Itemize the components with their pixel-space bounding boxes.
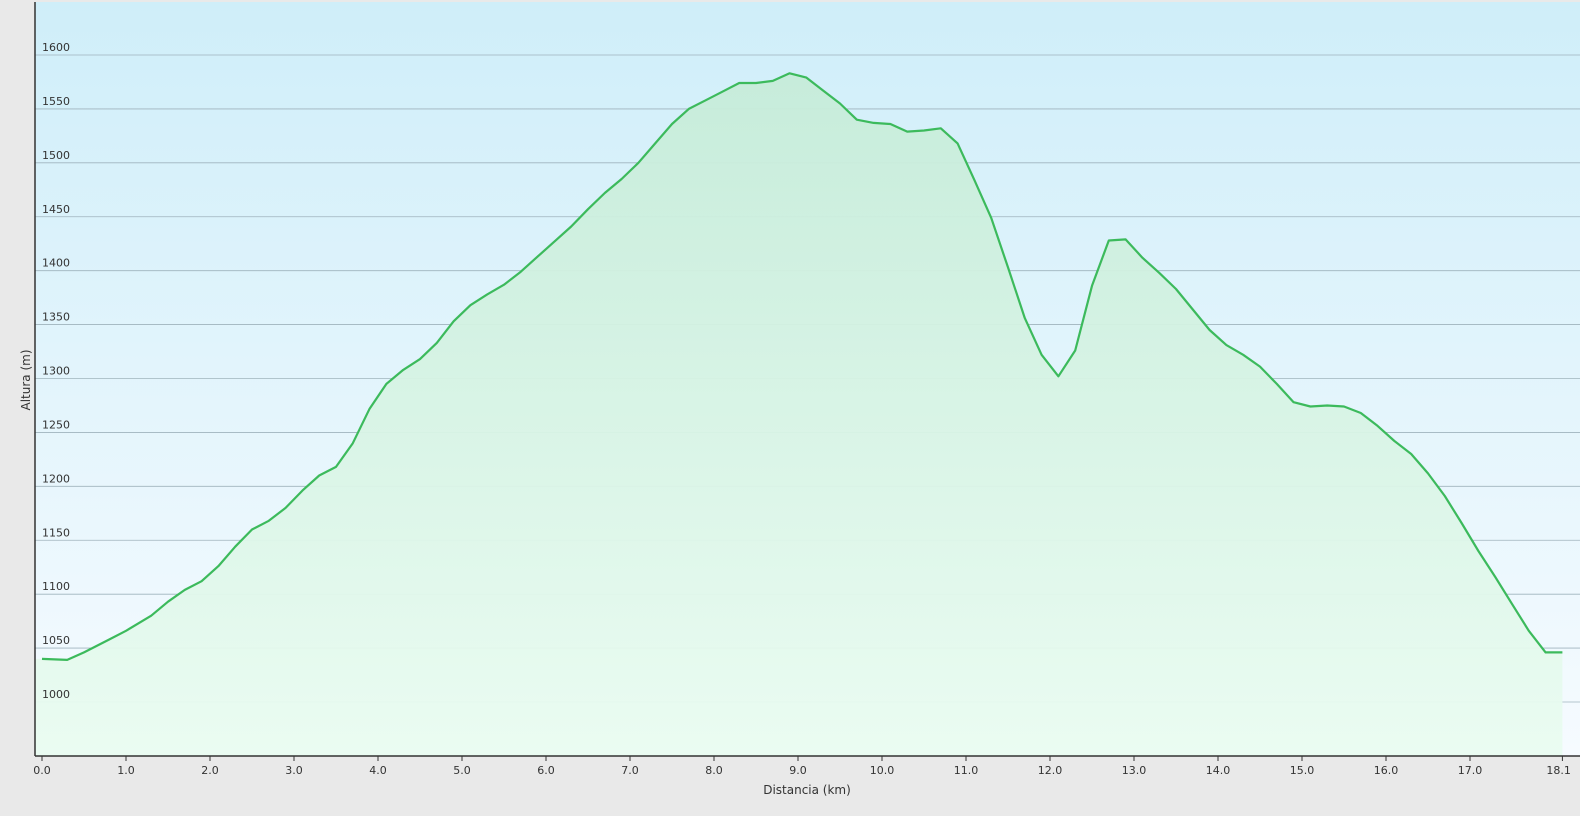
x-tick-label: 7.0 [621,764,639,777]
x-tick-label: 9.0 [789,764,807,777]
y-tick-label: 1400 [42,257,70,270]
y-tick-label: 1600 [42,41,70,54]
x-tick-label: 16.0 [1374,764,1399,777]
y-tick-label: 1250 [42,418,70,431]
elevation-profile-chart: 1000 1050 1100 1150 1200 1250 1300 1350 1400 1450… [0,0,1580,816]
x-tick-label: 18.1 [1546,764,1571,777]
x-tick-label: 0.0 [33,764,51,777]
x-tick-label: 13.0 [1122,764,1147,777]
y-tick-label: 1350 [42,311,70,324]
x-tick-label: 4.0 [369,764,387,777]
y-tick-label: 1000 [42,688,70,701]
y-tick-label: 1450 [42,203,70,216]
x-tick-label: 11.0 [954,764,979,777]
y-tick-label: 1550 [42,95,70,108]
x-tick-label: 2.0 [201,764,219,777]
y-tick-label: 1500 [42,149,70,162]
x-tick-label: 10.0 [870,764,895,777]
x-tick-label: 6.0 [537,764,555,777]
x-axis-title: Distancia (km) [763,783,851,797]
x-tick-label: 3.0 [285,764,303,777]
x-tick-label: 8.0 [705,764,723,777]
y-tick-label: 1200 [42,472,70,485]
y-axis-title: Altura (m) [19,349,33,410]
y-tick-label: 1300 [42,365,70,378]
x-tick-label: 12.0 [1038,764,1063,777]
chart-canvas: 1000 1050 1100 1150 1200 1250 1300 1350 1400 1450… [0,0,1580,816]
x-tick-label: 14.0 [1206,764,1231,777]
x-tick-label: 1.0 [117,764,135,777]
y-tick-label: 1150 [42,526,70,539]
y-tick-label: 1100 [42,580,70,593]
x-tick-label: 5.0 [453,764,471,777]
x-tick-label: 15.0 [1290,764,1315,777]
y-tick-label: 1050 [42,634,70,647]
x-tick-label: 17.0 [1458,764,1483,777]
